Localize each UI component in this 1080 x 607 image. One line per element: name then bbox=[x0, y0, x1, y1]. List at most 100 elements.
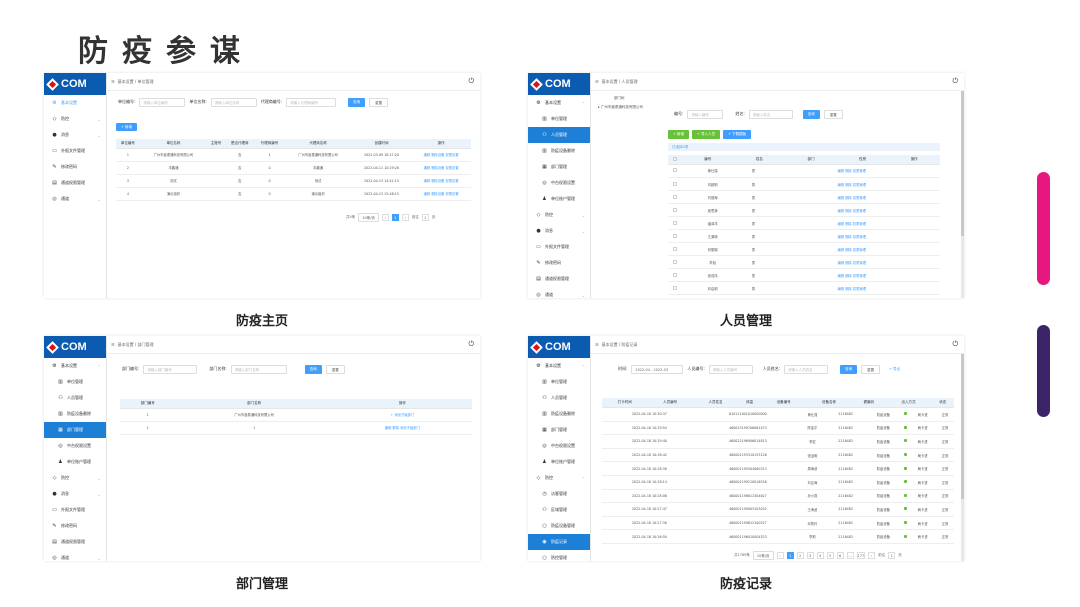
perm-link[interactable]: 权限管理 bbox=[853, 235, 866, 239]
edit-link[interactable]: 编辑 bbox=[838, 235, 845, 239]
name-input[interactable]: 请输入姓名 bbox=[748, 109, 793, 119]
edit-link[interactable]: 编辑 bbox=[838, 196, 845, 200]
row-checkbox[interactable] bbox=[673, 285, 677, 290]
sidebar-item-dept[interactable]: ▦ 部门管理 bbox=[528, 422, 590, 438]
menu-fold-icon[interactable]: ☰ bbox=[595, 342, 599, 347]
page-button[interactable]: 4 bbox=[816, 552, 824, 559]
row-checkbox[interactable] bbox=[673, 233, 677, 238]
edit-link[interactable]: 编辑 bbox=[838, 209, 845, 213]
delete-link[interactable]: 删除 bbox=[845, 261, 852, 265]
add-button[interactable]: + 新增 bbox=[668, 130, 690, 139]
sidebar-item-basic[interactable]: ⚙ 基本设置 bbox=[44, 95, 106, 111]
row-ops-link[interactable]: 编辑 删除 添加子级部门 bbox=[332, 421, 472, 435]
perm-link[interactable]: 权限管理 bbox=[853, 169, 866, 173]
page-button[interactable]: 3 bbox=[806, 552, 814, 559]
sidebar-item-files[interactable]: ▭ 外报文件管理 bbox=[44, 502, 106, 518]
perm-link[interactable]: 权限管理 bbox=[853, 183, 866, 187]
goto-input[interactable]: 1 bbox=[421, 214, 429, 221]
perm-link[interactable]: 权限设置 bbox=[445, 153, 458, 157]
search-button[interactable]: 查询 bbox=[802, 109, 820, 119]
person-no-input[interactable]: 请输入人员编号 bbox=[708, 364, 753, 374]
sidebar-item-fk[interactable]: ◇ 防控 ⌄ bbox=[44, 111, 106, 127]
sidebar-item-device-del[interactable]: ▥ 防疫设备删除 bbox=[44, 406, 106, 422]
edit-link[interactable]: 编辑 bbox=[424, 192, 431, 196]
sidebar-item-channel-auth[interactable]: ▤ 通道权限管理 bbox=[528, 271, 590, 287]
reset-button[interactable]: 重置 bbox=[325, 364, 345, 374]
download-template-button[interactable]: + 下载模板 bbox=[723, 130, 752, 139]
sidebar-item-area[interactable]: ⚇ 区域管理 bbox=[528, 502, 590, 518]
sidebar-item-people[interactable]: ⚇ 人员管理 bbox=[528, 390, 590, 406]
edit-link[interactable]: 编辑 bbox=[838, 169, 845, 173]
delete-device-link[interactable]: 删除设备 bbox=[431, 153, 444, 157]
sidebar-item-account[interactable]: ♟ 单位账户管理 bbox=[528, 191, 590, 207]
power-icon[interactable]: ⏻ bbox=[468, 77, 474, 86]
page-button[interactable]: 6 bbox=[836, 552, 844, 559]
power-icon[interactable]: ⏻ bbox=[952, 340, 958, 349]
sidebar-item-people[interactable]: ⚇ 人员管理 bbox=[44, 390, 106, 406]
delete-link[interactable]: 删除 bbox=[845, 248, 852, 252]
sidebar-item-files[interactable]: ▭ 外报文件管理 bbox=[528, 239, 590, 255]
perm-link[interactable]: 权限管理 bbox=[853, 196, 866, 200]
sidebar-item-basic[interactable]: ⚙ 基本设置 ⌃ bbox=[528, 358, 590, 374]
date-range-input[interactable]: 2022-04 - 2022-03 bbox=[631, 364, 684, 374]
delete-device-link[interactable]: 删除设备 bbox=[431, 192, 444, 196]
sidebar-item-dept[interactable]: ▦ 部门管理 bbox=[44, 422, 106, 438]
delete-link[interactable]: 删除 bbox=[845, 222, 852, 226]
select-all-checkbox[interactable] bbox=[673, 156, 677, 161]
delete-link[interactable]: 删除 bbox=[845, 196, 852, 200]
sidebar-item-unit[interactable]: ▥ 单位管理 bbox=[528, 374, 590, 390]
sidebar-item-basic[interactable]: ⚙ 基本设置 ⌃ bbox=[44, 358, 106, 374]
sidebar-item-mid-perm[interactable]: ◎ 中台权限设置 bbox=[44, 438, 106, 454]
page-button[interactable]: 2 bbox=[796, 552, 804, 559]
goto-input[interactable]: 1 bbox=[888, 552, 896, 559]
next-page-button[interactable]: › bbox=[868, 552, 876, 559]
edit-link[interactable]: 编辑 bbox=[424, 166, 431, 170]
perm-link[interactable]: 权限管理 bbox=[853, 248, 866, 252]
search-button[interactable]: 查询 bbox=[840, 364, 858, 374]
delete-link[interactable]: 删除 bbox=[845, 169, 852, 173]
delete-link[interactable]: 删除 bbox=[845, 183, 852, 187]
sidebar-item-files[interactable]: ▭ 外报文件管理 bbox=[44, 143, 106, 159]
search-button[interactable]: 查询 bbox=[304, 364, 322, 374]
sidebar-item-device-mgmt[interactable]: ○ 防疫设备管理 bbox=[528, 518, 590, 534]
sidebar-item-password[interactable]: ✎ 修改密码 bbox=[528, 255, 590, 271]
page-button[interactable]: 5 bbox=[826, 552, 834, 559]
edit-link[interactable]: 编辑 bbox=[424, 153, 431, 157]
delete-link[interactable]: 删除 bbox=[845, 287, 852, 291]
power-icon[interactable]: ⏻ bbox=[468, 340, 474, 349]
sidebar-item-msg[interactable]: ● 消息 ⌄ bbox=[44, 127, 106, 143]
sidebar-item-fk[interactable]: ◇ 防控 ⌃ bbox=[528, 470, 590, 486]
scrollbar[interactable] bbox=[961, 91, 964, 298]
sidebar-item-password[interactable]: ✎ 修改密码 bbox=[44, 159, 106, 175]
sidebar-item-channel[interactable]: ◎ 通道 ⌄ bbox=[528, 287, 590, 298]
row-checkbox[interactable] bbox=[673, 220, 677, 225]
sidebar-item-mid-perm[interactable]: ◎ 中台权限设置 bbox=[528, 175, 590, 191]
reset-button[interactable]: 重置 bbox=[861, 364, 881, 374]
sidebar-item-basic[interactable]: ⚙ 基本设置 ⌃ bbox=[528, 95, 590, 111]
reset-button[interactable]: 重置 bbox=[823, 109, 843, 119]
add-child-link[interactable]: + 添加子级部门 bbox=[332, 408, 472, 422]
sidebar-item-device-del[interactable]: ▥ 防疫设备删除 bbox=[528, 406, 590, 422]
delete-device-link[interactable]: 删除设备 bbox=[431, 179, 444, 183]
sidebar-item-control[interactable]: ○ 防控管理 bbox=[528, 550, 590, 561]
edit-link[interactable]: 编辑 bbox=[838, 248, 845, 252]
perm-link[interactable]: 权限管理 bbox=[853, 222, 866, 226]
sidebar-item-channel[interactable]: ◎ 通道 ⌄ bbox=[44, 550, 106, 561]
reset-button[interactable]: 重置 bbox=[369, 97, 389, 107]
next-page-button[interactable]: › bbox=[401, 214, 409, 221]
row-checkbox[interactable] bbox=[673, 246, 677, 251]
prev-page-button[interactable]: ‹ bbox=[381, 214, 389, 221]
menu-fold-icon[interactable]: ☰ bbox=[111, 79, 115, 84]
edit-link[interactable]: 编辑 bbox=[838, 287, 845, 291]
menu-fold-icon[interactable]: ☰ bbox=[111, 342, 115, 347]
perm-link[interactable]: 权限设置 bbox=[445, 179, 458, 183]
unit-name-input[interactable]: 请输入单位名称 bbox=[210, 97, 257, 107]
add-button[interactable]: + 新增 bbox=[116, 123, 138, 131]
sidebar-item-channel-auth[interactable]: ▤ 通道权限管理 bbox=[44, 175, 106, 191]
sidebar-item-msg[interactable]: ● 消息 ⌄ bbox=[528, 223, 590, 239]
row-checkbox[interactable] bbox=[673, 259, 677, 264]
delete-link[interactable]: 删除 bbox=[845, 274, 852, 278]
sidebar-item-people[interactable]: ⚇ 人员管理 bbox=[528, 127, 590, 143]
sidebar-item-channel-auth[interactable]: ▤ 通道权限管理 bbox=[44, 534, 106, 550]
dept-name-input[interactable]: 请输入部门名称 bbox=[230, 364, 287, 374]
